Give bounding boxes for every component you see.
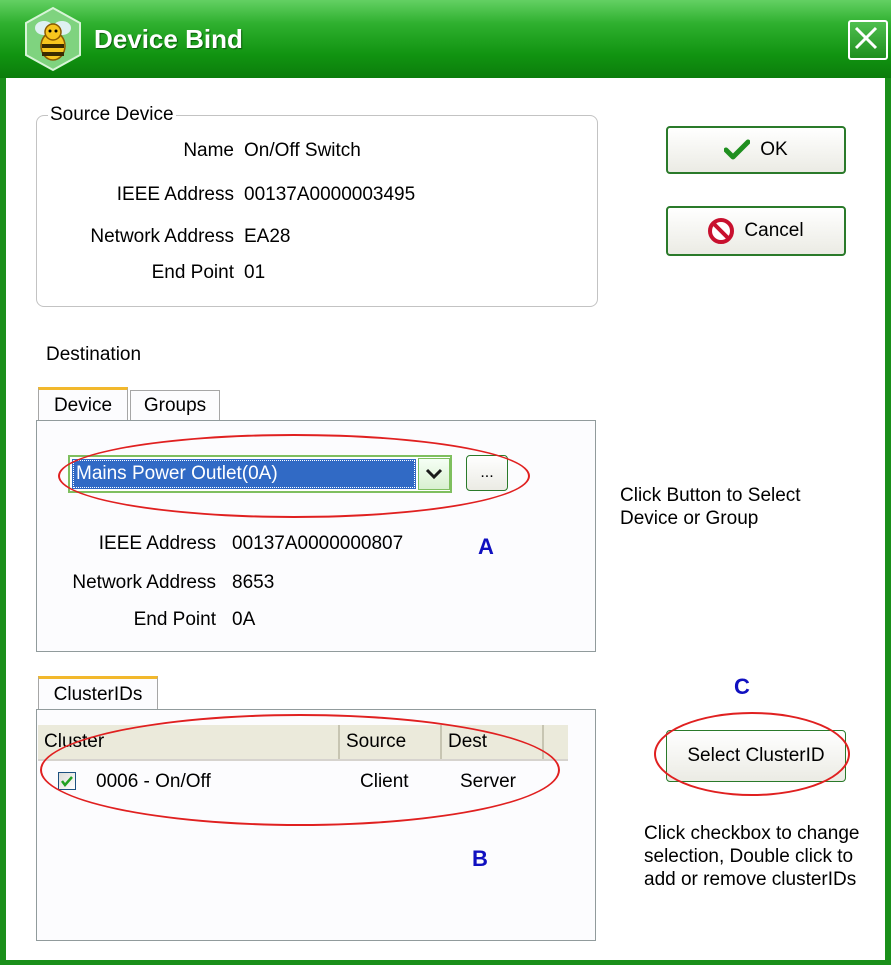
dest-network-label: Network Address <box>72 572 216 593</box>
tab-groups-label: Groups <box>143 395 207 416</box>
checkmark-icon <box>724 139 751 160</box>
dest-ieee-value: 00137A0000000807 <box>232 533 404 554</box>
ok-button-label: OK <box>760 139 788 160</box>
annotation-ellipse-b <box>40 714 560 826</box>
dest-network-value: 8653 <box>232 572 275 593</box>
source-ieee-value: 00137A0000003495 <box>244 184 416 205</box>
checkbox-hint: Click checkbox to change selection, Doub… <box>644 823 860 890</box>
dest-endpoint-value: 0A <box>232 609 256 630</box>
annotation-ellipse-a <box>58 434 530 518</box>
select-device-hint: Click Button to Select Device or Group <box>620 485 801 529</box>
tab-groups[interactable]: Groups <box>130 390 220 421</box>
close-icon <box>854 26 878 50</box>
cancel-button-label: Cancel <box>744 220 804 241</box>
bee-app-icon <box>25 6 81 72</box>
source-name-label: Name <box>183 140 234 161</box>
annotation-ellipse-c <box>654 712 850 796</box>
dest-endpoint-label: End Point <box>133 609 216 630</box>
dest-ieee-label: IEEE Address <box>98 533 216 554</box>
tab-clusterids-label: ClusterIDs <box>53 683 143 705</box>
source-network-label: Network Address <box>90 226 234 247</box>
close-button[interactable] <box>848 20 888 60</box>
annotation-label-b: B <box>472 846 488 871</box>
source-network-value: EA28 <box>244 226 291 247</box>
annotation-label-c: C <box>734 674 750 699</box>
window-frame-left <box>0 78 6 965</box>
tab-device[interactable]: Device <box>38 387 128 421</box>
source-ieee-label: IEEE Address <box>116 184 234 205</box>
tab-clusterids[interactable]: ClusterIDs <box>38 676 158 710</box>
window-frame-bottom <box>0 960 891 965</box>
destination-heading: Destination <box>46 344 142 365</box>
source-name-value: On/Off Switch <box>244 140 361 161</box>
tab-device-label: Device <box>53 394 113 416</box>
window-title: Device Bind <box>94 24 243 54</box>
source-endpoint-label: End Point <box>151 262 234 283</box>
annotation-label-a: A <box>478 534 494 559</box>
window-frame-right <box>885 78 891 965</box>
prohibited-icon <box>708 218 735 244</box>
source-endpoint-value: 01 <box>244 262 266 283</box>
ok-button[interactable]: OK <box>666 126 846 174</box>
cancel-button[interactable]: Cancel <box>666 206 846 256</box>
source-device-title: Source Device <box>48 104 176 126</box>
